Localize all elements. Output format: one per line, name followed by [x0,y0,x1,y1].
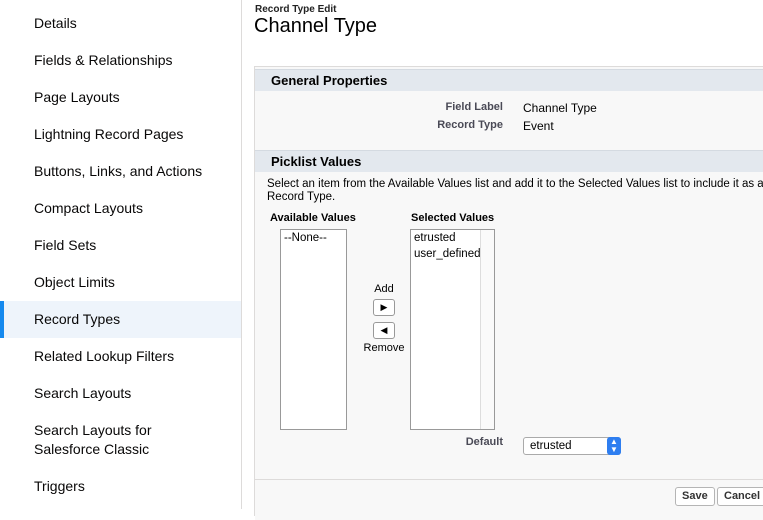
picklist-description-line1: Select an item from the Available Values… [267,178,763,190]
add-button[interactable]: ▶ [373,299,395,316]
sidebar-item-triggers[interactable]: Triggers [0,477,241,496]
sidebar-item-record-types[interactable]: Record Types [0,301,241,338]
remove-label: Remove [363,342,405,354]
record-type-edit-panel: General Properties Field Label Channel T… [254,66,763,520]
default-select-value: etrusted [530,440,572,452]
picklist-values-heading: Picklist Values [255,150,763,172]
record-type-value: Event [523,119,554,133]
selected-values-list[interactable]: etrusted user_defined [410,229,495,430]
main-content: Record Type Edit Channel Type General Pr… [242,0,763,520]
cancel-button[interactable]: Cancel [717,487,763,506]
sidebar-item-search-layouts[interactable]: Search Layouts [0,384,241,403]
sidebar-item-object-limits[interactable]: Object Limits [0,273,241,292]
updown-caret-icon: ▲ ▼ [607,437,621,455]
sidebar-item-page-layouts[interactable]: Page Layouts [0,88,241,107]
page-title: Channel Type [254,15,378,37]
arrow-left-icon: ◀ [380,325,388,335]
available-values-list[interactable]: --None-- [280,229,347,430]
add-label: Add [374,283,394,295]
default-select[interactable]: etrusted ▲ ▼ [523,437,621,455]
picklist-description: Select an item from the Available Values… [267,178,763,204]
sidebar-item-fields-relationships[interactable]: Fields & Relationships [0,51,241,70]
sidebar-item-compact-layouts[interactable]: Compact Layouts [0,199,241,218]
sidebar-item-buttons-links-actions[interactable]: Buttons, Links, and Actions [0,162,241,181]
list-item[interactable]: --None-- [281,230,346,246]
save-button[interactable]: Save [675,487,715,506]
field-label-label: Field Label [445,101,503,113]
sidebar-item-search-layouts-classic[interactable]: Search Layouts for Salesforce Classic [0,421,241,459]
form-footer: Save Cancel [255,479,763,520]
sidebar-item-field-sets[interactable]: Field Sets [0,236,241,255]
sidebar-item-details[interactable]: Details [0,14,241,33]
record-type-label: Record Type [437,119,503,131]
breadcrumb: Record Type Edit [255,4,337,15]
arrow-right-icon: ▶ [380,302,388,312]
sidebar-item-lightning-record-pages[interactable]: Lightning Record Pages [0,125,241,144]
field-label-value: Channel Type [523,101,597,115]
default-label: Default [465,436,503,448]
remove-button[interactable]: ◀ [373,322,395,339]
general-properties-heading: General Properties [255,69,763,91]
sidebar-item-related-lookup-filters[interactable]: Related Lookup Filters [0,347,241,366]
selected-values-heading: Selected Values [411,212,495,224]
available-values-heading: Available Values [270,212,356,224]
selected-values-scrollbar[interactable] [480,230,494,429]
setup-sidebar: Details Fields & Relationships Page Layo… [0,0,242,509]
picklist-description-line2: Record Type. [267,191,336,203]
